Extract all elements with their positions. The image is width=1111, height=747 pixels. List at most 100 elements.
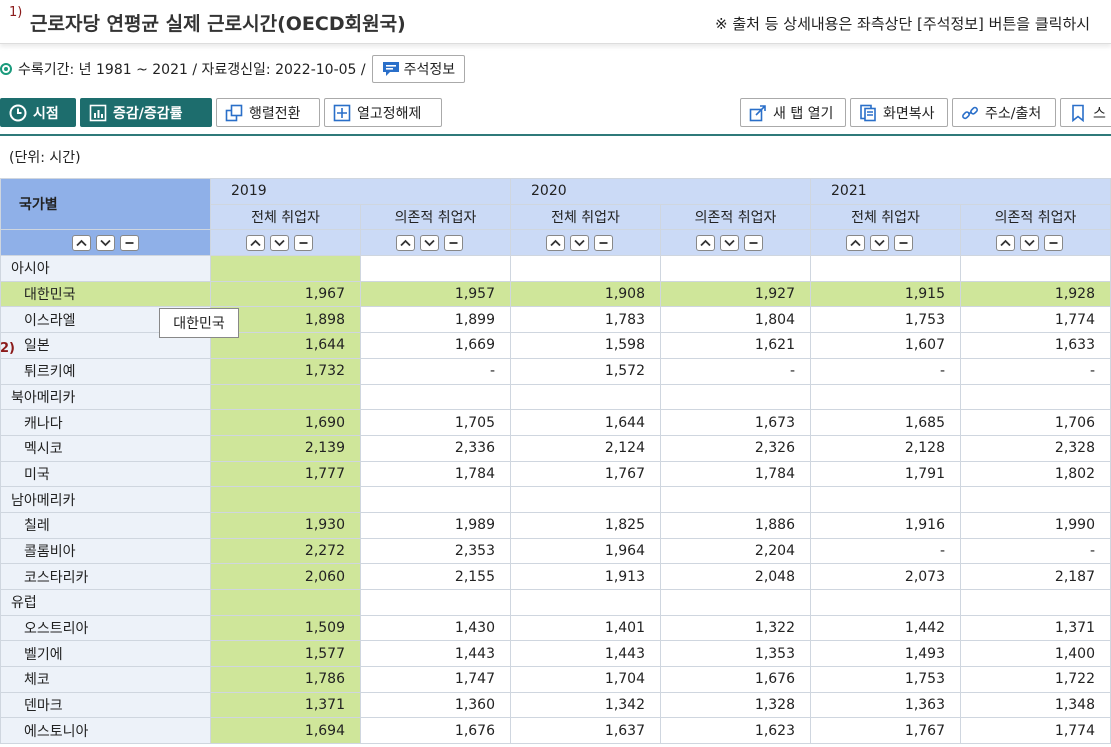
table-cell[interactable]: 2,124 bbox=[510, 434, 661, 462]
country-label[interactable]: 덴마크 bbox=[0, 691, 211, 719]
table-row[interactable]: 대한민국 1,967 1,957 1,908 1,927 1,915 1,928 bbox=[0, 280, 1111, 308]
table-cell[interactable]: 1,360 bbox=[360, 691, 511, 719]
hide-column-icon[interactable] bbox=[594, 234, 613, 251]
year-header[interactable]: 2021 bbox=[810, 178, 1111, 205]
table-cell[interactable]: 2,353 bbox=[360, 537, 511, 565]
country-label[interactable]: 콜롬비아 bbox=[0, 537, 211, 565]
table-cell[interactable] bbox=[210, 255, 361, 282]
table-cell[interactable]: 1,774 bbox=[960, 717, 1111, 745]
table-cell[interactable]: 2,073 bbox=[810, 563, 961, 590]
table-cell[interactable]: 1,957 bbox=[360, 280, 511, 308]
table-cell[interactable] bbox=[960, 486, 1111, 513]
table-cell[interactable] bbox=[360, 255, 511, 282]
sub-header-total[interactable]: 전체 취업자 bbox=[210, 203, 361, 231]
table-cell[interactable] bbox=[510, 486, 661, 513]
country-label[interactable]: 대한민국 bbox=[0, 280, 211, 308]
country-label[interactable]: 코스타리카 bbox=[0, 563, 211, 590]
sort-ascending-icon[interactable] bbox=[246, 234, 265, 251]
table-cell[interactable]: 2,187 bbox=[960, 563, 1111, 590]
sort-descending-icon[interactable] bbox=[720, 234, 739, 251]
table-cell[interactable]: 1,930 bbox=[210, 511, 361, 539]
table-cell[interactable] bbox=[510, 383, 661, 411]
table-cell[interactable]: 2,272 bbox=[210, 537, 361, 565]
table-cell[interactable]: 1,363 bbox=[810, 691, 961, 719]
sort-descending-icon[interactable] bbox=[420, 234, 439, 251]
table-cell[interactable]: 1,572 bbox=[510, 357, 661, 385]
table-cell[interactable]: 1,927 bbox=[660, 280, 811, 308]
sort-ascending-icon[interactable] bbox=[696, 234, 715, 251]
table-cell[interactable]: 2,048 bbox=[660, 563, 811, 590]
sub-header-total[interactable]: 전체 취업자 bbox=[810, 203, 961, 231]
table-cell[interactable] bbox=[210, 589, 361, 616]
sort-descending-icon[interactable] bbox=[1020, 234, 1039, 251]
table-cell[interactable]: 1,753 bbox=[810, 666, 961, 693]
sort-descending-icon[interactable] bbox=[270, 234, 289, 251]
table-cell[interactable] bbox=[960, 255, 1111, 282]
table-cell[interactable]: 1,676 bbox=[660, 666, 811, 693]
region-label[interactable]: 북아메리카 bbox=[0, 383, 211, 411]
table-cell[interactable]: 1,443 bbox=[360, 640, 511, 668]
table-cell[interactable]: - bbox=[810, 537, 961, 565]
table-cell[interactable]: 1,916 bbox=[810, 511, 961, 539]
sub-header-dependent[interactable]: 의존적 취업자 bbox=[360, 203, 511, 231]
country-label[interactable]: 오스트리아 bbox=[0, 614, 211, 642]
table-cell[interactable]: 1,623 bbox=[660, 717, 811, 745]
table-cell[interactable] bbox=[210, 486, 361, 513]
table-cell[interactable]: 1,704 bbox=[510, 666, 661, 693]
table-cell[interactable] bbox=[810, 383, 961, 411]
table-row[interactable]: 코스타리카 2,060 2,155 1,913 2,048 2,073 2,187 bbox=[0, 563, 1111, 590]
table-cell[interactable]: - bbox=[810, 357, 961, 385]
table-cell[interactable]: 1,783 bbox=[510, 306, 661, 334]
table-cell[interactable]: 1,899 bbox=[360, 306, 511, 334]
table-cell[interactable]: 1,706 bbox=[960, 409, 1111, 436]
table-cell[interactable]: 1,493 bbox=[810, 640, 961, 668]
table-cell[interactable]: 1,669 bbox=[360, 332, 511, 359]
memo-info-button[interactable]: 주석정보 bbox=[371, 55, 466, 83]
group-row[interactable]: 아시아 bbox=[0, 255, 1111, 282]
country-label[interactable]: 에스토니아 bbox=[0, 717, 211, 745]
pivot-button[interactable]: 행렬전환 bbox=[216, 98, 320, 127]
sub-header-dependent[interactable]: 의존적 취업자 bbox=[660, 203, 811, 231]
table-row[interactable]: 콜롬비아 2,272 2,353 1,964 2,204- - bbox=[0, 537, 1111, 565]
table-cell[interactable] bbox=[360, 383, 511, 411]
table-cell[interactable]: 1,348 bbox=[960, 691, 1111, 719]
table-cell[interactable]: 2,326 bbox=[660, 434, 811, 462]
table-cell[interactable]: - bbox=[660, 357, 811, 385]
table-cell[interactable]: 1,690 bbox=[210, 409, 361, 436]
table-row[interactable]: 에스토니아 1,694 1,676 1,637 1,623 1,767 1,774 bbox=[0, 717, 1111, 745]
country-label[interactable]: 튀르키예 bbox=[0, 357, 211, 385]
sub-header-total[interactable]: 전체 취업자 bbox=[510, 203, 661, 231]
table-cell[interactable]: 1,989 bbox=[360, 511, 511, 539]
table-cell[interactable] bbox=[210, 383, 361, 411]
table-row[interactable]: 체코 1,786 1,747 1,704 1,676 1,753 1,722 bbox=[0, 666, 1111, 693]
table-cell[interactable]: 1,915 bbox=[810, 280, 961, 308]
table-cell[interactable]: 1,401 bbox=[510, 614, 661, 642]
table-cell[interactable]: 2,204 bbox=[660, 537, 811, 565]
table-row[interactable]: 튀르키예 1,732-1,572- - - bbox=[0, 357, 1111, 385]
table-cell[interactable]: 1,786 bbox=[210, 666, 361, 693]
table-cell[interactable]: 1,637 bbox=[510, 717, 661, 745]
table-cell[interactable]: 2,328 bbox=[960, 434, 1111, 462]
region-label[interactable]: 남아메리카 bbox=[0, 486, 211, 513]
table-cell[interactable]: 1,705 bbox=[360, 409, 511, 436]
group-row[interactable]: 남아메리카 bbox=[0, 486, 1111, 513]
table-cell[interactable]: 2,155 bbox=[360, 563, 511, 590]
table-cell[interactable]: 1,685 bbox=[810, 409, 961, 436]
table-row[interactable]: 캐나다 1,690 1,705 1,644 1,673 1,685 1,706 bbox=[0, 409, 1111, 436]
country-label[interactable]: 미국 bbox=[0, 460, 211, 488]
sort-descending-icon[interactable] bbox=[96, 234, 115, 251]
table-cell[interactable]: 1,791 bbox=[810, 460, 961, 488]
table-row[interactable]: 덴마크 1,371 1,360 1,342 1,328 1,363 1,348 bbox=[0, 691, 1111, 719]
table-cell[interactable] bbox=[960, 383, 1111, 411]
table-cell[interactable]: 1,430 bbox=[360, 614, 511, 642]
country-header[interactable]: 국가별 bbox=[0, 177, 211, 231]
year-header[interactable]: 2020 bbox=[510, 178, 811, 205]
table-cell[interactable]: 1,747 bbox=[360, 666, 511, 693]
hide-column-icon[interactable] bbox=[1044, 234, 1063, 251]
table-cell[interactable]: 1,353 bbox=[660, 640, 811, 668]
table-cell[interactable]: 1,732 bbox=[210, 357, 361, 385]
group-row[interactable]: 유럽 bbox=[0, 589, 1111, 616]
table-cell[interactable] bbox=[510, 589, 661, 616]
group-row[interactable]: 북아메리카 bbox=[0, 383, 1111, 411]
table-cell[interactable]: 1,767 bbox=[810, 717, 961, 745]
